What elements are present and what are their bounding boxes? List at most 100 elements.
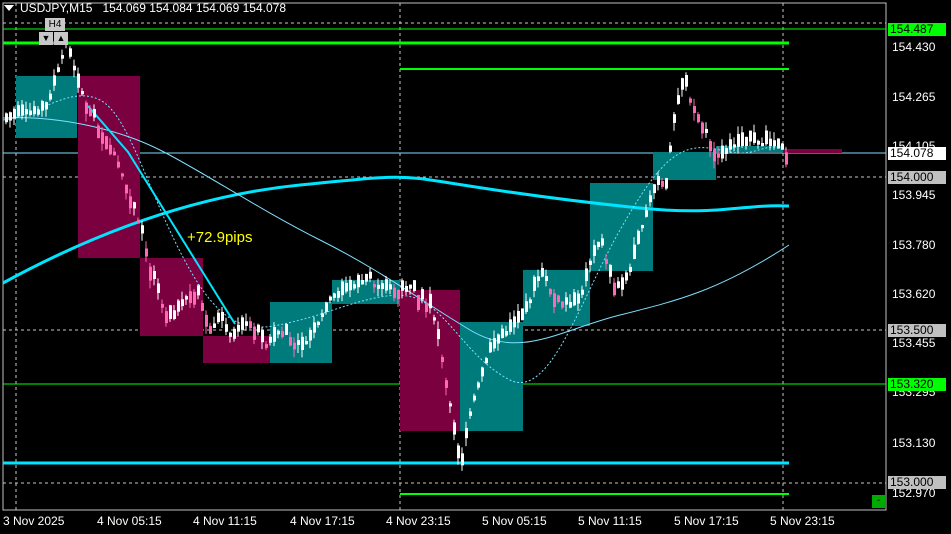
candle-body xyxy=(573,292,576,306)
candle-body xyxy=(589,260,592,265)
candle-body xyxy=(289,337,292,346)
candle-body xyxy=(29,110,32,115)
candle-body xyxy=(197,285,200,296)
candle-body xyxy=(77,73,80,88)
candle-body xyxy=(737,133,740,147)
candle-body xyxy=(353,284,356,289)
candle-body xyxy=(181,299,184,307)
candle-body xyxy=(69,48,72,57)
candle-body xyxy=(269,336,272,343)
candle-body xyxy=(141,225,144,234)
price-tick: 153.130 xyxy=(892,436,936,450)
price-chart[interactable] xyxy=(0,0,951,534)
candle-body xyxy=(261,330,264,343)
candle-body xyxy=(177,300,180,312)
candle-body xyxy=(697,114,700,123)
candle-body xyxy=(321,313,324,318)
candle-body xyxy=(129,196,132,209)
candle-body xyxy=(37,109,40,115)
collapse-button[interactable]: - xyxy=(872,495,885,508)
candle-body xyxy=(565,297,568,305)
candle-body xyxy=(101,132,104,144)
time-label: 5 Nov 11:15 xyxy=(578,514,642,528)
candle-body xyxy=(477,382,480,388)
candle-body xyxy=(213,323,216,328)
candle-body xyxy=(9,112,12,121)
candle-body xyxy=(429,293,432,309)
candle-body xyxy=(749,130,752,142)
candle-body xyxy=(161,303,164,308)
candle-body xyxy=(61,55,64,59)
candle-body xyxy=(249,321,252,329)
ohlc-values: 154.069 154.084 154.069 154.078 xyxy=(102,1,286,15)
candle-body xyxy=(337,291,340,298)
time-label: 4 Nov 11:15 xyxy=(193,514,257,528)
tf-down-icon[interactable]: ▼ xyxy=(39,32,53,45)
candle-body xyxy=(669,145,672,152)
candle-body xyxy=(413,280,416,292)
candle-body xyxy=(681,78,684,90)
candle-body xyxy=(349,279,352,291)
candle-body xyxy=(97,125,100,139)
candle-body xyxy=(13,108,16,119)
candle-body xyxy=(281,331,284,338)
candle-body xyxy=(505,331,508,336)
candle-body xyxy=(109,144,112,155)
candle-body xyxy=(285,324,288,335)
candle-body xyxy=(641,224,644,229)
candle-body xyxy=(253,326,256,340)
candle-body xyxy=(437,329,440,340)
candle-body xyxy=(357,274,360,288)
price-tick: 153.455 xyxy=(892,336,936,350)
candle-body xyxy=(257,324,260,333)
candle-body xyxy=(729,139,732,150)
time-label: 4 Nov 05:15 xyxy=(97,514,162,528)
price-tick: 154.430 xyxy=(892,40,936,54)
candle-body xyxy=(469,411,472,416)
chart-menu-icon[interactable] xyxy=(4,5,14,11)
price-label-level-154000: 154.000 xyxy=(888,171,946,184)
candle-body xyxy=(449,403,452,407)
candle-body xyxy=(677,95,680,104)
candle-body xyxy=(513,316,516,328)
candle-body xyxy=(637,230,640,244)
candle-body xyxy=(721,145,724,159)
candle-body xyxy=(693,106,696,114)
candle-body xyxy=(421,289,424,300)
candle-body xyxy=(133,202,136,209)
price-tick: 153.945 xyxy=(892,188,936,202)
candle-body xyxy=(333,293,336,298)
price-label-current-price: 154.078 xyxy=(888,147,946,160)
candle-body xyxy=(689,98,692,103)
candle-body xyxy=(601,238,604,246)
candle-body xyxy=(457,445,460,459)
candle-body xyxy=(649,195,652,203)
candle-body xyxy=(293,342,296,350)
price-label-level-153500: 153.500 xyxy=(888,324,946,337)
h4-candle-box xyxy=(203,336,270,363)
candle-body xyxy=(529,299,532,304)
candle-body xyxy=(17,105,20,117)
candle-body xyxy=(393,287,396,299)
candle-body xyxy=(381,283,384,290)
time-label: 4 Nov 23:15 xyxy=(386,514,451,528)
candle-body xyxy=(417,295,420,311)
candle-body xyxy=(585,268,588,282)
candle-body xyxy=(465,428,468,439)
tf-up-icon[interactable]: ▲ xyxy=(54,32,68,45)
candle-body xyxy=(537,276,540,281)
candle-body xyxy=(345,282,348,292)
candle-body xyxy=(605,259,608,264)
candle-body xyxy=(461,453,464,466)
candle-body xyxy=(657,176,660,185)
candle-body xyxy=(757,140,760,145)
candle-body xyxy=(57,67,60,72)
candle-body xyxy=(553,293,556,308)
candle-body xyxy=(89,108,92,116)
pips-annotation: +72.9pips xyxy=(187,229,253,246)
candle-body xyxy=(169,305,172,319)
candle-body xyxy=(653,184,656,194)
candle-body xyxy=(521,308,524,320)
candle-body xyxy=(93,109,96,118)
candle-body xyxy=(401,280,404,291)
